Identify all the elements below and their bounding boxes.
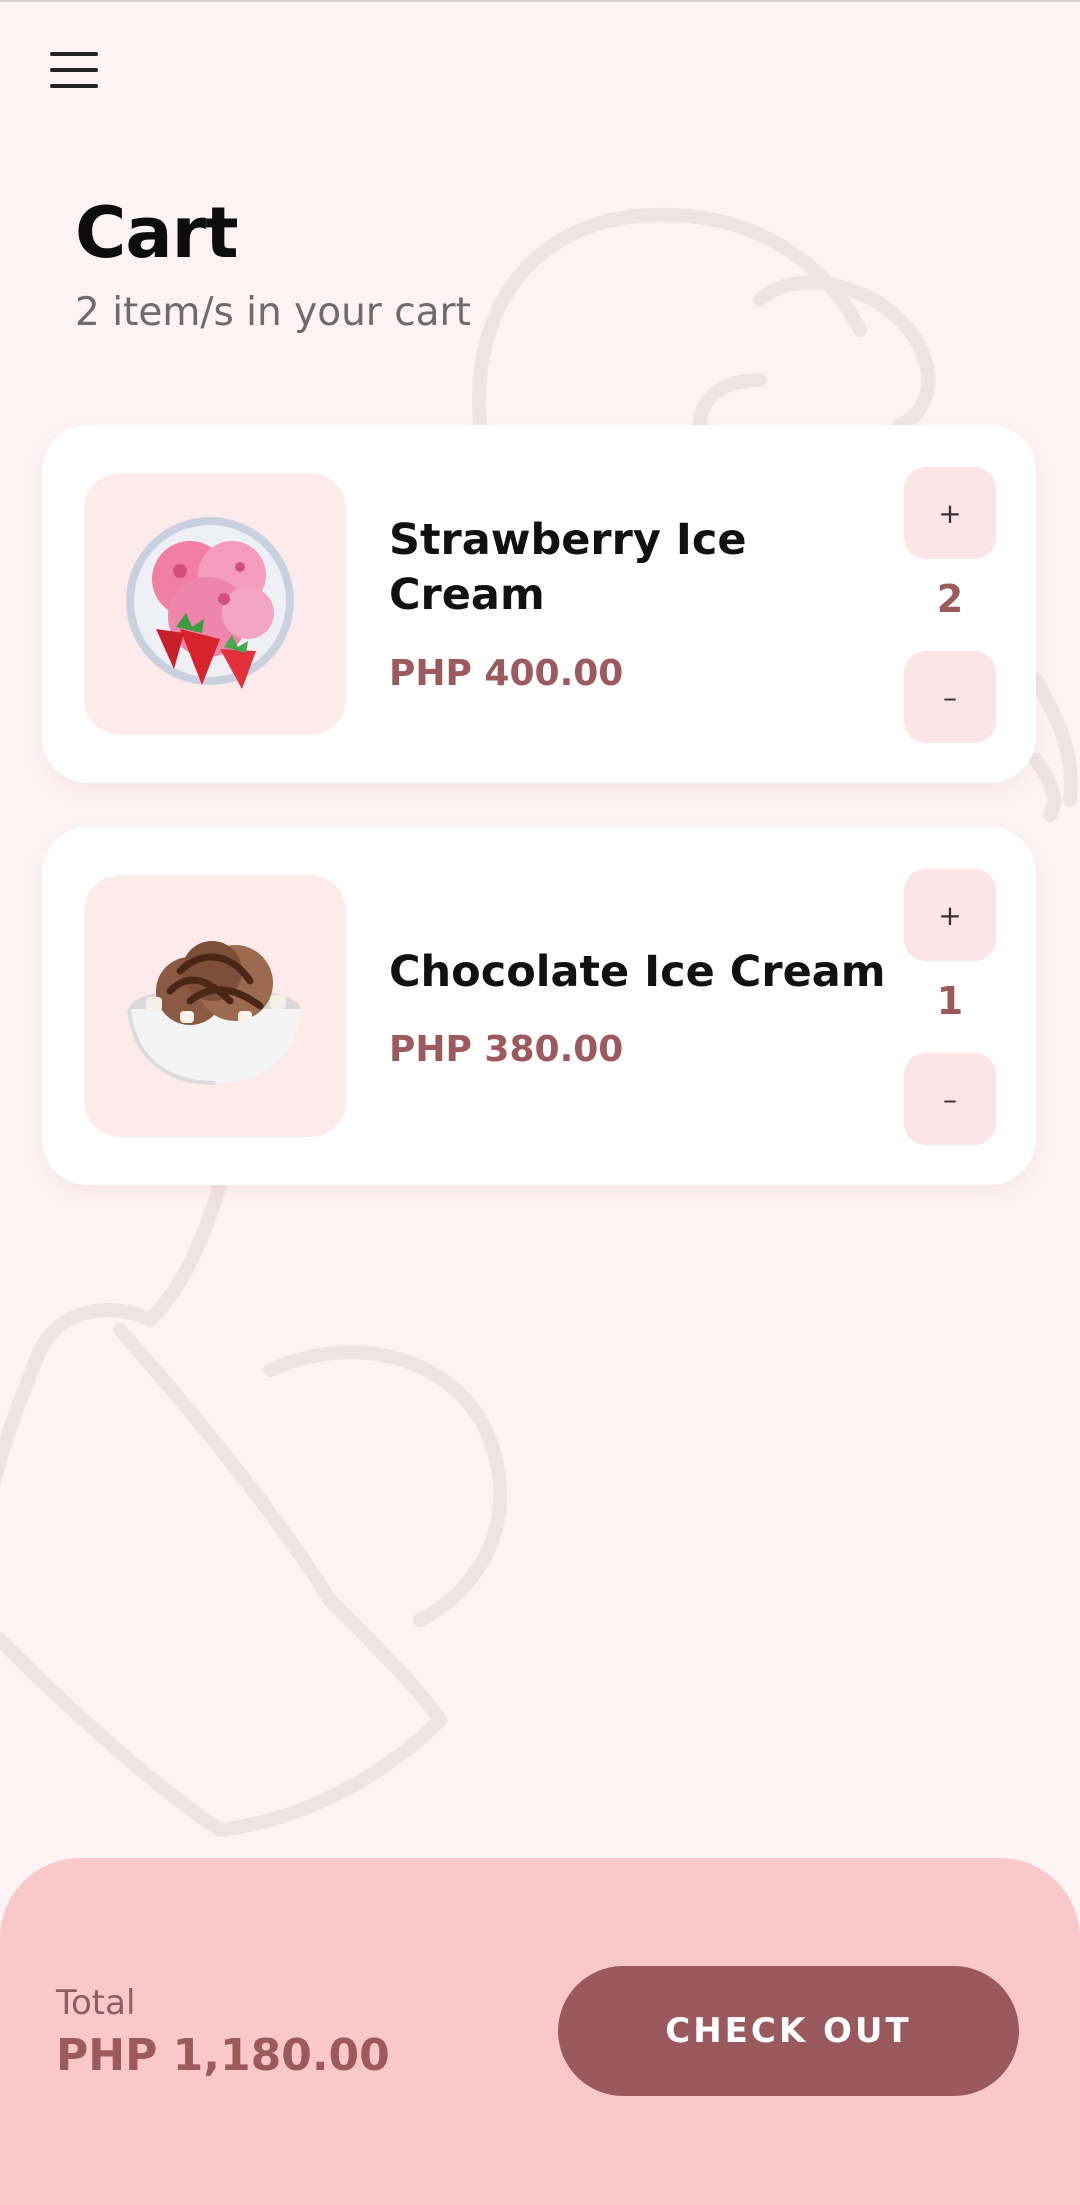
status-divider [0,0,1080,2]
item-name: Strawberry Ice Cream [389,515,747,620]
item-price: PHP 380.00 [389,1029,624,1070]
plus-icon: + [938,898,962,932]
minus-icon: – [943,1082,957,1116]
item-price: PHP 400.00 [389,653,624,694]
item-thumbnail [84,875,346,1137]
decrease-quantity-button[interactable]: – [904,651,996,743]
checkout-button[interactable]: CHECK OUT [558,1966,1019,2096]
item-thumbnail [84,473,346,735]
hamburger-menu-icon [50,52,98,56]
item-name: Chocolate Ice Cream [389,947,886,997]
menu-button[interactable] [46,52,102,98]
chocolate-ice-cream-image [127,941,301,1085]
cart-item-count: 2 item/s in your cart [75,290,471,335]
item-quantity: 1 [936,979,964,1023]
minus-icon: – [943,680,957,714]
page-title: Cart [75,192,239,274]
cart-item-card: Strawberry Ice Cream PHP 400.00 + 2 – [42,425,1036,783]
checkout-footer: Total PHP 1,180.00 CHECK OUT [0,1858,1080,2205]
decrease-quantity-button[interactable]: – [904,1053,996,1145]
strawberry-ice-cream-image [126,517,294,689]
item-quantity: 2 [936,577,964,621]
total-amount: PHP 1,180.00 [56,2030,390,2081]
total-label: Total [56,1983,136,2023]
cart-item-card: Chocolate Ice Cream PHP 380.00 + 1 – [42,827,1036,1185]
increase-quantity-button[interactable]: + [904,467,996,559]
increase-quantity-button[interactable]: + [904,869,996,961]
plus-icon: + [938,496,962,530]
